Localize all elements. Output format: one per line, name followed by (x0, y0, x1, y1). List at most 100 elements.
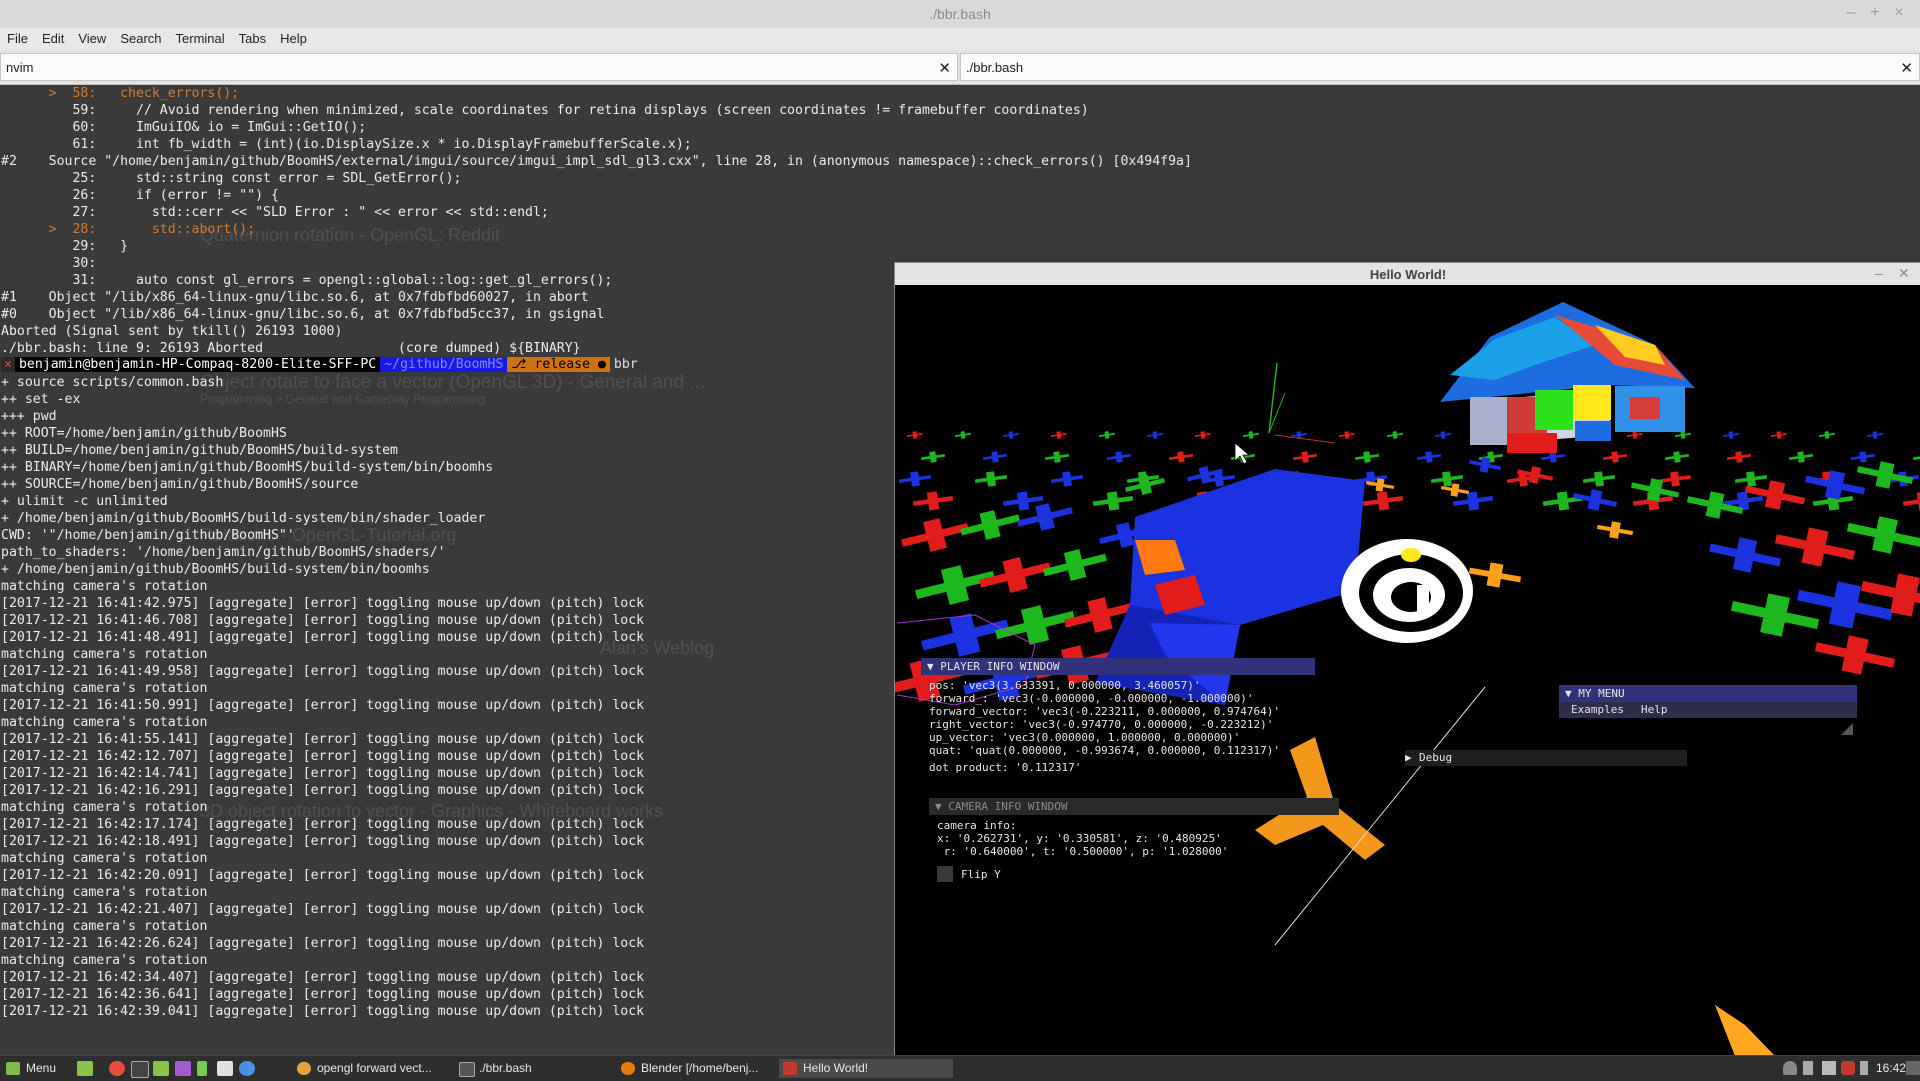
taskbar-window-label: ./bbr.bash (479, 1061, 532, 1075)
gl-titlebar: Hello World! – ✕ (895, 263, 1920, 285)
gl-minimize-button[interactable]: – (1875, 265, 1883, 281)
prompt-status-icon: ✕ (1, 357, 15, 372)
player-info-line: right_vector: 'vec3(-0.974770, 0.000000,… (929, 718, 1274, 731)
player-info-line: forward_: 'vec3(-0.000000, -0.000000, -1… (929, 692, 1254, 705)
menu-help[interactable]: Help (273, 28, 314, 46)
taskbar-window-label: opengl forward vect... (317, 1061, 432, 1075)
prompt-directory: ~/github/BoomHS (380, 357, 508, 372)
opengl-window[interactable]: Hello World! – ✕ ▼ PLAYER INFO WINDOW po… (881, 262, 1920, 1057)
taskbar-window-label: Blender [/home/benj... (641, 1061, 759, 1075)
terminal-line: 61: int fb_width = (int)(io.DisplaySize.… (1, 137, 692, 152)
terminal-line: 59: // Avoid rendering when minimized, s… (1, 103, 1089, 118)
chrome-icon (297, 1062, 311, 1075)
camera-info-body: camera info: x: '0.262731', y: '0.330581… (937, 819, 1337, 858)
flip-y-checkbox[interactable] (937, 866, 953, 882)
taskbar-window-hello-world[interactable]: Hello World! (779, 1059, 953, 1078)
player-info-line: dot product: '0.112317' (929, 761, 1082, 774)
tab-label: ./bbr.bash (966, 60, 1024, 75)
show-desktop-icon[interactable] (77, 1061, 93, 1076)
app-window-icon (783, 1062, 797, 1075)
prompt-user: benjamin@benjamin-HP-Compaq-8200-Elite-S… (14, 357, 381, 372)
taskbar-window-blender[interactable]: Blender [/home/benj... (617, 1059, 791, 1078)
menu-terminal[interactable]: Terminal (169, 28, 232, 46)
menu-help[interactable]: Help (1641, 703, 1668, 716)
my-menu-title: MY MENU (1578, 687, 1625, 700)
debug-header[interactable]: ▶ Debug (1405, 750, 1687, 766)
terminal-line: 29: } (1, 239, 129, 254)
camera-info-line: x: '0.262731', y: '0.330581', z: '0.4809… (937, 832, 1222, 845)
menubar: File Edit View Search Terminal Tabs Help (0, 28, 1920, 50)
terminal-line: > 58: check_errors(); (1, 86, 240, 101)
flip-y-label: Flip Y (961, 868, 1001, 881)
prompt-git-branch: ⎇ release ● (507, 357, 610, 372)
tab-bbr-bash[interactable]: ./bbr.bash ✕ (960, 53, 1920, 81)
user-icon[interactable] (1783, 1061, 1797, 1075)
my-menu-bar: Examples Help (1559, 702, 1857, 718)
camera-info-line: r: '0.640000', t: '0.500000', p: '1.0280… (937, 845, 1229, 858)
terminal-line: > 28: std::abort(); (1, 222, 256, 237)
terminal-line: 25: std::string const error = SDL_GetErr… (1, 171, 462, 186)
terminal-icon[interactable] (131, 1061, 149, 1078)
tab-bar: nvim ✕ ./bbr.bash ✕ (0, 50, 1920, 85)
minimize-button[interactable]: – (1840, 4, 1862, 22)
app-icon[interactable] (175, 1061, 191, 1076)
menu-examples[interactable]: Examples (1571, 703, 1624, 716)
close-tab-icon[interactable]: ✕ (1900, 59, 1913, 77)
tab-nvim[interactable]: nvim ✕ (0, 53, 958, 81)
prompt-command: bbr (613, 357, 638, 372)
chrome-icon[interactable] (109, 1061, 125, 1076)
shield-icon[interactable] (1841, 1061, 1855, 1075)
clock: 16:42 (1876, 1061, 1907, 1075)
debug-label: Debug (1419, 751, 1453, 764)
triangle-right-icon: ▶ (1405, 751, 1412, 764)
network-icon[interactable] (1803, 1061, 1813, 1075)
text-editor-icon[interactable] (217, 1061, 233, 1076)
3d-viewport[interactable]: ▼ PLAYER INFO WINDOW pos: 'vec3(3.633391… (881, 285, 1920, 1056)
start-menu-button[interactable]: Menu (2, 1059, 88, 1078)
resize-grip-icon[interactable] (1841, 723, 1853, 735)
maximize-button[interactable]: + (1864, 4, 1886, 22)
close-tab-icon[interactable]: ✕ (938, 59, 951, 77)
tab-label: nvim (6, 60, 34, 75)
volume-icon[interactable] (1822, 1061, 1836, 1075)
menu-view[interactable]: View (71, 28, 113, 46)
logo-sphere (1341, 539, 1473, 643)
window-title: ./bbr.bash (929, 6, 991, 22)
close-button[interactable]: × (1888, 4, 1910, 22)
mint-logo-icon (6, 1062, 20, 1075)
player-info-body: pos: 'vec3(3.633391, 0.000000, 3.460057)… (929, 679, 1329, 774)
taskbar-window-browser[interactable]: opengl forward vect... (293, 1059, 467, 1078)
player-info-header[interactable]: ▼ PLAYER INFO WINDOW (921, 658, 1315, 675)
battery-icon[interactable] (1860, 1061, 1868, 1075)
menu-tabs[interactable]: Tabs (232, 28, 273, 46)
taskbar-window-label: Hello World! (803, 1061, 869, 1075)
player-info-line: pos: 'vec3(3.633391, 0.000000, 3.460057)… (929, 679, 1201, 692)
menu-file[interactable]: File (0, 28, 35, 46)
terminal-line: 60: ImGuiIO& io = ImGui::GetIO(); (1, 120, 367, 135)
menu-edit[interactable]: Edit (35, 28, 71, 46)
player-info-title: PLAYER INFO WINDOW (940, 660, 1060, 673)
menu-search[interactable]: Search (113, 28, 168, 46)
blender-icon (621, 1062, 635, 1075)
gl-close-button[interactable]: ✕ (1898, 265, 1910, 282)
player-info-line: up_vector: 'vec3(0.000000, 1.000000, 0.0… (929, 731, 1241, 744)
player-info-line: quat: 'quat(0.000000, -0.993674, 0.00000… (929, 744, 1280, 757)
start-menu-label: Menu (26, 1061, 57, 1075)
camera-info-title: CAMERA INFO WINDOW (948, 800, 1068, 813)
terminal-icon (459, 1062, 475, 1077)
my-menu-header[interactable]: ▼ MY MENU (1559, 685, 1857, 702)
player-info-line: forward_vector: 'vec3(-0.223211, 0.00000… (929, 705, 1280, 718)
camera-info-line: camera info: (937, 819, 1017, 832)
camera-info-header[interactable]: ▼ CAMERA INFO WINDOW (929, 798, 1339, 815)
terminal-line: 27: std::cerr << "SLD Error : " << error… (1, 205, 549, 220)
battery-app-icon[interactable] (197, 1061, 207, 1076)
terminal-line: 26: if (error != "") { (1, 188, 279, 203)
terminal-line: #2 Source "/home/benjamin/github/BoomHS/… (1, 154, 1192, 169)
taskbar-window-terminal[interactable]: ./bbr.bash (455, 1059, 629, 1078)
notifications-icon[interactable] (1906, 1061, 1920, 1075)
taskbar: Menu opengl forward vect... ./bbr.bash B… (0, 1055, 1920, 1081)
files-icon[interactable] (153, 1061, 169, 1076)
gl-window-title: Hello World! (1369, 267, 1447, 282)
settings-icon[interactable] (239, 1061, 255, 1076)
terminal-titlebar: ./bbr.bash – + × (0, 0, 1920, 28)
